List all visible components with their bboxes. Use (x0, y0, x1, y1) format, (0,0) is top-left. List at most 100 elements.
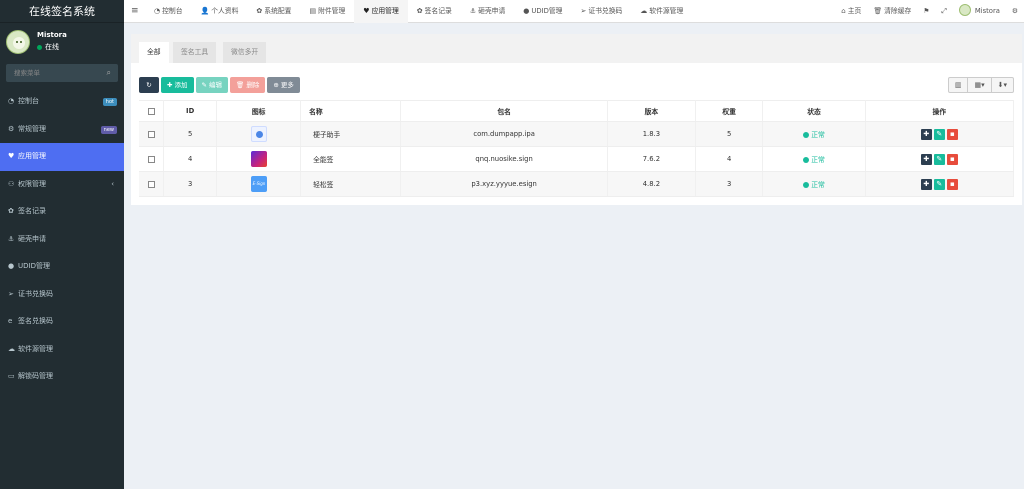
tab-sign-records[interactable]: ✿ 签名记录 (408, 0, 461, 23)
sidebar-item-sign-records[interactable]: ✿ 签名记录 (0, 198, 124, 226)
keyboard-icon: ▭ (8, 372, 15, 380)
app-icon[interactable] (250, 151, 267, 167)
file-icon: ▤ (309, 7, 317, 15)
export-icon: ⬇▾ (997, 81, 1007, 89)
refresh-icon: ↻ (146, 81, 152, 89)
avatar (6, 30, 30, 54)
user-name: Mistora (37, 31, 67, 39)
row-edit-button[interactable]: ✎ (933, 128, 945, 140)
status-dot-icon (803, 182, 810, 188)
online-status-icon (37, 44, 42, 50)
gear-icon: ✿ (8, 207, 14, 215)
app-icon[interactable] (250, 126, 267, 142)
anchor-icon: ⚓ (469, 7, 477, 15)
table-toolbar: ↻ ✚ 添加 ✎ 编辑 🗑 删除 ⊕ 更多 (139, 77, 300, 93)
row-checkbox[interactable] (147, 130, 155, 138)
table-view-tools: ▥ ▦▾ ⬇▾ (947, 77, 1014, 93)
refresh-button[interactable]: ↻ (139, 77, 159, 93)
menu-toggle-icon[interactable]: ≡ (131, 6, 139, 16)
sidebar-item-decrypt[interactable]: ⚓ 砸壳申请 (0, 226, 124, 254)
row-edit-button[interactable]: ✎ (933, 178, 945, 190)
sidebar-item-cert-codes[interactable]: ➢ 证书兑换码 (0, 281, 124, 309)
column-weight[interactable]: 权重 (695, 100, 764, 122)
move-icon: ✚ (923, 154, 930, 163)
sidebar-item-apps[interactable]: ♥ 应用管理 (0, 143, 124, 171)
row-checkbox[interactable] (147, 180, 155, 188)
select-all-cell (139, 100, 165, 122)
table-row[interactable]: 4 全能签 qnq.nuosike.sign 7.6.2 4 正常 ✚ ✎ ▪ (139, 146, 1015, 172)
row-delete-button[interactable]: ▪ (946, 153, 958, 165)
table-row[interactable]: 5 梗子助手 com.dumpapp.ipa 1.8.3 5 正常 ✚ ✎ ▪ (139, 121, 1015, 147)
row-edit-button[interactable]: ✎ (933, 153, 945, 165)
sidebar-item-repo[interactable]: ☁ 软件源管理 (0, 336, 124, 364)
status-dot-icon (803, 132, 810, 138)
row-checkbox[interactable] (147, 155, 155, 163)
fullscreen-button[interactable]: ⤢ (935, 0, 952, 23)
tab-udid[interactable]: ● UDID管理 (514, 0, 571, 23)
row-version: 4.8.2 (607, 171, 696, 197)
menu-search-input[interactable] (6, 64, 118, 82)
tab-apps[interactable]: ♥ 应用管理 (354, 0, 408, 23)
home-link[interactable]: ⌂ 主页 (835, 0, 867, 23)
sidebar-item-dashboard[interactable]: ◔ 控制台 hot (0, 88, 124, 116)
sidebar-item-general[interactable]: ⚙ 常规管理 new (0, 116, 124, 144)
column-name: 名称 (300, 100, 402, 122)
subtab-sign-tools[interactable]: 签名工具 (173, 42, 217, 63)
clear-cache-button[interactable]: 🗑 清除缓存 (867, 0, 917, 23)
cogs-icon: ⚙ (1011, 7, 1018, 15)
hot-badge: hot (102, 98, 117, 106)
drag-button[interactable]: ✚ (920, 153, 932, 165)
tab-cert-codes[interactable]: ➢ 证书兑换码 (571, 0, 631, 23)
row-delete-button[interactable]: ▪ (946, 178, 958, 190)
export-button[interactable]: ⬇▾ (992, 78, 1013, 92)
nav-tabs: ◔ 控制台 👤 个人资料 ✿ 系统配置 ▤ 附件管理 ♥ 应用管理 ✿ 签名记录 ⚓ 砸壳申请… (145, 0, 692, 23)
category-tabs: 全部 签名工具 微信多开 (131, 34, 1022, 63)
user-menu[interactable]: Mistora (953, 0, 1006, 23)
trash-icon: ▪ (949, 179, 955, 188)
subtab-wechat-multi[interactable]: 微信多开 (223, 42, 267, 63)
tab-config[interactable]: ✿ 系统配置 (247, 0, 300, 23)
sidebar-item-permissions[interactable]: ⚇ 权限管理 ‹ (0, 171, 124, 199)
tab-profile[interactable]: 👤 个人资料 (192, 0, 248, 23)
columns-button[interactable]: ▦▾ (968, 78, 992, 92)
table-row[interactable]: 3 E-Sign 轻松签 p3.xyz.yyyue.esign 4.8.2 3 … (139, 171, 1015, 197)
tab-repo[interactable]: ☁ 软件源管理 (631, 0, 692, 23)
settings-button[interactable]: ⚙ (1006, 0, 1024, 23)
sidebar-item-sign-codes[interactable]: e 签名兑换码 (0, 308, 124, 336)
add-button[interactable]: ✚ 添加 (161, 77, 194, 93)
content-panel: 全部 签名工具 微信多开 ↻ ✚ 添加 ✎ 编辑 🗑 删除 ⊕ 更多 ▥ ▦▾ … (131, 34, 1022, 205)
toggle-view-button[interactable]: ▥ (949, 78, 969, 92)
tab-dashboard[interactable]: ◔ 控制台 (145, 0, 192, 23)
sidebar-menu: ◔ 控制台 hot ⚙ 常规管理 new ♥ 应用管理 ⚇ 权限管理 ‹ ✿ 签名记录 ⚓ 砸壳申… (0, 88, 124, 391)
app-icon[interactable]: E-Sign (250, 176, 267, 192)
heart-icon: ♥ (363, 7, 370, 15)
right-nav: ⌂ 主页 🗑 清除缓存 ⚑ ⤢ Mistora ⚙ (835, 0, 1024, 23)
select-all-checkbox[interactable] (147, 107, 155, 115)
sidebar-item-udid[interactable]: ● UDID管理 (0, 253, 124, 281)
sidebar-item-unlock-codes[interactable]: ▭ 解锁码管理 (0, 363, 124, 391)
avatar (958, 4, 971, 16)
more-button[interactable]: ⊕ 更多 (267, 77, 300, 93)
search-icon[interactable]: ⌕ (107, 68, 111, 78)
language-toggle[interactable]: ⚑ (917, 0, 935, 23)
row-delete-button[interactable]: ▪ (946, 128, 958, 140)
app-logo[interactable]: 在线签名系统 (0, 0, 124, 23)
tab-decrypt[interactable]: ⚓ 砸壳申请 (461, 0, 514, 23)
row-id: 5 (163, 121, 218, 147)
edit-button[interactable]: ✎ 编辑 (195, 77, 229, 93)
drag-button[interactable]: ✚ (920, 178, 932, 190)
trash-icon: ▪ (949, 154, 955, 163)
pencil-icon: ✎ (201, 81, 210, 89)
heart-icon: ♥ (8, 152, 15, 160)
cloud-icon: ☁ (8, 344, 15, 353)
tab-attachments[interactable]: ▤ 附件管理 (300, 0, 354, 23)
chevron-left-icon: ‹ (111, 179, 114, 188)
column-actions: 操作 (865, 100, 1015, 122)
drag-button[interactable]: ✚ (920, 128, 932, 140)
flag-icon: ⚑ (923, 7, 930, 15)
column-id[interactable]: ID (163, 100, 218, 122)
edge-icon: e (8, 317, 13, 325)
subtab-all[interactable]: 全部 (139, 42, 169, 63)
delete-button[interactable]: 🗑 删除 (230, 77, 266, 93)
cogs-icon: ⚙ (8, 124, 15, 133)
